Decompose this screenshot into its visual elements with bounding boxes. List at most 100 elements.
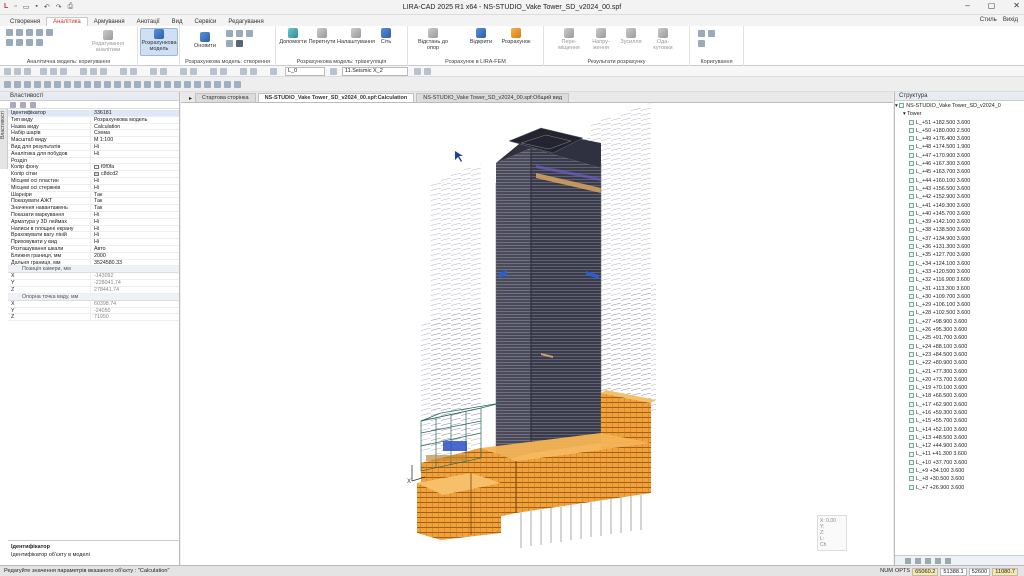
tool-icon[interactable] [935, 558, 941, 564]
property-value[interactable]: Розрахункова модель [91, 117, 179, 123]
tool-icon[interactable] [905, 558, 911, 564]
tabs-scroll-icon[interactable]: ▸ [189, 95, 192, 102]
checkbox-icon[interactable] [909, 451, 914, 457]
tool-icon[interactable] [50, 68, 57, 75]
tool-icon[interactable] [124, 81, 131, 88]
property-value[interactable]: Ні [91, 185, 179, 191]
tool-icon[interactable] [134, 81, 141, 88]
tool-icon[interactable] [64, 81, 71, 88]
tree-level-item[interactable]: L_+32 +116.900 3.600 [895, 276, 1024, 284]
property-value[interactable]: Так [91, 198, 179, 204]
property-value[interactable]: Ні [91, 226, 179, 232]
tree-level-item[interactable]: L_+20 +73.700 3.600 [895, 376, 1024, 384]
tool-icon[interactable] [236, 30, 243, 37]
tree-level-item[interactable]: L_+14 +52.100 3.600 [895, 426, 1024, 434]
checkbox-icon[interactable] [909, 219, 914, 225]
tree-level-item[interactable]: L_+46 +167.300 3.600 [895, 160, 1024, 168]
tree-level-item[interactable]: L_+34 +124.100 3.600 [895, 260, 1024, 268]
property-row[interactable]: Y -228041.74 [8, 280, 179, 287]
checkbox-icon[interactable] [909, 202, 914, 208]
tree-level-item[interactable]: L_+21 +77.300 3.600 [895, 368, 1024, 376]
tool-icon[interactable] [246, 30, 253, 37]
checkbox-icon[interactable] [909, 177, 914, 183]
checkbox-icon[interactable] [909, 277, 914, 283]
property-value[interactable]: -228041.74 [91, 280, 179, 286]
tree-level-item[interactable]: L_+11 +41.300 3.600 [895, 450, 1024, 458]
tree-level-item[interactable]: L_+40 +145.700 3.600 [895, 210, 1024, 218]
tool-icon[interactable] [120, 68, 127, 75]
tool-icon[interactable] [190, 68, 197, 75]
tool-icon[interactable] [40, 68, 47, 75]
checkbox-icon[interactable] [909, 434, 914, 440]
tree-level-item[interactable]: L_+12 +44.900 3.600 [895, 442, 1024, 450]
support-distance-button[interactable]: Відстань до опор [416, 28, 450, 51]
tool-icon[interactable] [234, 81, 241, 88]
checkbox-icon[interactable] [909, 161, 914, 167]
tree-level-item[interactable]: L_+19 +70.100 3.600 [895, 384, 1024, 392]
property-row[interactable]: X 60398.74 [8, 300, 179, 308]
help-button[interactable]: Допомогти [278, 28, 308, 45]
property-row[interactable]: Дальня границя, мм 3524580.33 [8, 259, 179, 267]
property-row[interactable]: Шарніри Так [8, 191, 179, 199]
property-row[interactable]: Написи в площині екрану Ні [8, 225, 179, 233]
displacement-button[interactable]: Пере-міщення [554, 28, 584, 51]
property-value[interactable]: 278441.74 [91, 287, 179, 293]
tree-level-item[interactable]: L_+44 +160.100 3.600 [895, 177, 1024, 185]
checkbox-icon[interactable] [909, 443, 914, 449]
tool-icon[interactable] [36, 39, 43, 46]
property-row[interactable]: Показувати АЖТ Так [8, 198, 179, 206]
tree-level-item[interactable]: L_+41 +149.300 3.600 [895, 202, 1024, 210]
tree-level-item[interactable]: L_+24 +88.100 3.600 [895, 343, 1024, 351]
property-value[interactable]: Ні [91, 151, 179, 157]
tree-level-item[interactable]: L_+10 +37.700 3.600 [895, 459, 1024, 467]
property-row[interactable]: Ідентифікатор 336181 [8, 110, 179, 117]
tree-level-item[interactable]: L_+39 +142.100 3.600 [895, 218, 1024, 226]
property-row[interactable]: Враховувати вагу ліній Ні [8, 232, 179, 240]
property-value[interactable]: Ні [91, 212, 179, 218]
redo-icon[interactable]: ↷ [56, 3, 62, 11]
tab-create[interactable]: Створення [4, 18, 46, 26]
tool-icon[interactable] [14, 81, 21, 88]
checkbox-icon[interactable] [909, 401, 914, 407]
tool-icon[interactable] [180, 68, 187, 75]
property-value[interactable]: Ні [91, 144, 179, 150]
property-row[interactable]: Арматура у 3D леймах Ні [8, 218, 179, 226]
checkbox-icon[interactable] [909, 285, 914, 291]
tool-icon[interactable] [236, 40, 243, 47]
tree-level-item[interactable]: L_+28 +102.500 3.600 [895, 309, 1024, 317]
property-value[interactable]: -143092 [91, 273, 179, 279]
property-value[interactable]: 71950 [91, 314, 179, 320]
property-row[interactable]: Набір шарів Схема [8, 130, 179, 138]
checkbox-icon[interactable] [909, 410, 914, 416]
tool-icon[interactable] [184, 81, 191, 88]
checkbox-icon[interactable] [909, 343, 914, 349]
property-row[interactable]: Z 278441.74 [8, 286, 179, 294]
tool-icon[interactable] [174, 81, 181, 88]
tab-analytics[interactable]: Аналітика [46, 17, 88, 26]
tree-level-item[interactable]: L_+43 +156.500 3.600 [895, 185, 1024, 193]
tool-icon[interactable] [84, 81, 91, 88]
property-value[interactable]: Calculation [91, 124, 179, 130]
maximize-icon[interactable]: ▢ [988, 1, 996, 10]
tool-icon[interactable] [214, 81, 221, 88]
property-row[interactable]: Аналітика для побудов Ні [8, 150, 179, 158]
tree-level-item[interactable]: L_+48 +174.500 1.900 [895, 143, 1024, 151]
edit-analytics-button[interactable]: Редагування аналітики [88, 30, 128, 53]
tool-icon[interactable] [104, 81, 111, 88]
tree-level-item[interactable]: L_+47 +170.900 3.600 [895, 152, 1024, 160]
tree-level-item[interactable]: L_+9 +34.100 3.600 [895, 467, 1024, 475]
checkbox-icon[interactable] [909, 484, 914, 490]
model-viewport[interactable]: X X: 0.00 Y: Z: L: Ch [181, 103, 893, 565]
checkbox-icon[interactable] [909, 127, 914, 133]
property-value[interactable]: Ні [91, 232, 179, 238]
settings-button[interactable]: Налаштування [336, 28, 376, 45]
open-folder-icon[interactable]: ▭ [23, 3, 30, 11]
tool-icon[interactable] [330, 68, 337, 75]
search-icon[interactable] [30, 101, 36, 108]
checkbox-icon[interactable] [909, 476, 914, 482]
style-menu[interactable]: Стиль [980, 17, 997, 23]
tool-icon[interactable] [240, 68, 247, 75]
filter-icon[interactable] [20, 101, 26, 108]
tree-level-item[interactable]: L_+13 +48.500 3.600 [895, 434, 1024, 442]
tool-icon[interactable] [224, 81, 231, 88]
